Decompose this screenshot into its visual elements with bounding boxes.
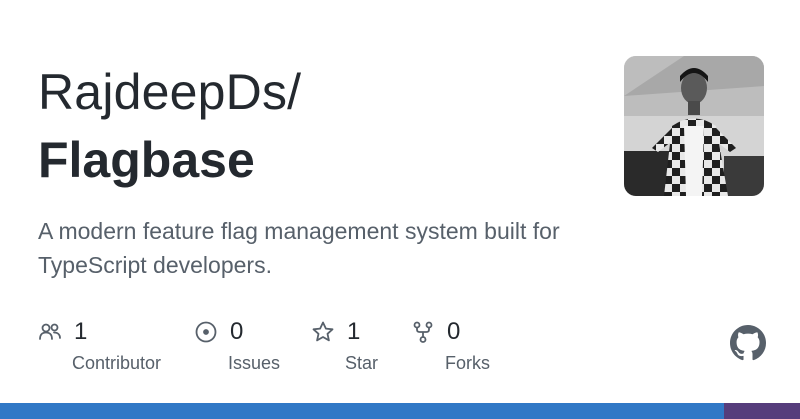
stat-issues[interactable]: 0 Issues [194, 318, 280, 374]
fork-count: 0 [447, 318, 461, 345]
language-bar-segment [724, 403, 800, 419]
stat-contributors[interactable]: 1 Contributor [38, 318, 161, 374]
avatar-photo [624, 56, 764, 196]
github-icon[interactable] [730, 325, 766, 361]
issue-label: Issues [228, 353, 281, 373]
language-bar [0, 403, 800, 419]
contributor-label: Contributor [72, 353, 162, 373]
issue-icon [194, 320, 218, 344]
repo-owner[interactable]: RajdeepDs/ [38, 62, 301, 122]
fork-label: Forks [445, 353, 490, 373]
star-icon [311, 320, 335, 344]
star-count: 1 [347, 318, 361, 345]
repo-description: A modern feature flag management system … [38, 218, 560, 278]
star-label: Star [345, 353, 379, 373]
stat-stars[interactable]: 1 Star [311, 318, 378, 374]
language-bar-segment [0, 403, 724, 419]
repo-name[interactable]: Flagbase [38, 130, 255, 190]
people-icon [38, 320, 62, 344]
stat-forks[interactable]: 0 Forks [411, 318, 490, 374]
fork-icon [411, 320, 435, 344]
avatar [624, 56, 764, 196]
issue-count: 0 [230, 318, 244, 345]
contributor-count: 1 [74, 318, 88, 345]
